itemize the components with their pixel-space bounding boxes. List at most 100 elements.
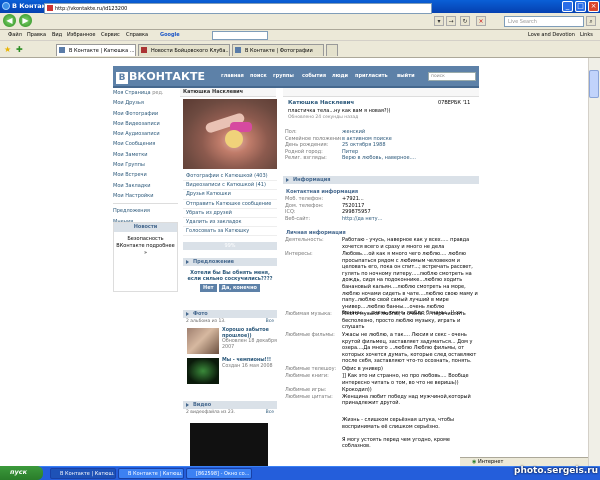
menu-favorites[interactable]: Избранное — [67, 32, 95, 38]
close-button[interactable]: × — [588, 1, 599, 12]
menu-events[interactable]: Мои Встречи — [113, 170, 178, 180]
menu-my-page[interactable]: Моя Страница ред. — [113, 88, 178, 98]
menu-videos[interactable]: Мои Видеозаписи — [113, 119, 178, 129]
minimize-button[interactable]: _ — [562, 1, 573, 12]
news-text[interactable]: Безопасность ВКонтакте подробнее » — [114, 232, 177, 261]
maximize-button[interactable]: □ — [575, 1, 586, 12]
vk-tab-icon — [59, 47, 65, 53]
vk-search-input[interactable]: поиск — [428, 72, 476, 81]
favorites-link[interactable]: Love and Devotion — [528, 32, 575, 38]
action-send-message[interactable]: Отправить Катюшке сообщение — [183, 200, 277, 209]
taskbar-item[interactable]: В Контакте | Катюш... — [50, 468, 116, 479]
stop-icon[interactable]: × — [476, 16, 486, 26]
taskbar-item[interactable]: [862598] - Окно со... — [186, 468, 252, 479]
google-label: Google — [160, 32, 180, 38]
menu-friends[interactable]: Мои Друзья — [113, 98, 178, 108]
menu-file[interactable]: Файл — [8, 32, 22, 38]
menu-divider — [113, 203, 178, 205]
menu-offers[interactable]: Предложения — [113, 206, 178, 216]
photos-all-link[interactable]: Все — [266, 319, 274, 325]
photos-title[interactable]: Фото — [183, 310, 277, 318]
menu-bookmarks[interactable]: Мои Закладки — [113, 181, 178, 191]
action-videos-with[interactable]: Видеозаписи с Катюшкой (41) — [183, 181, 277, 191]
forward-button[interactable]: ▶ — [19, 14, 32, 27]
back-button[interactable]: ◀ — [3, 14, 16, 27]
proposal-no-button[interactable]: Нет — [200, 284, 217, 292]
album-thumbnail[interactable] — [187, 328, 219, 354]
google-search-input[interactable] — [212, 31, 268, 40]
edit-link[interactable]: ред. — [152, 90, 163, 96]
album-date: Обновлен 18 декабря 2007 — [222, 339, 277, 350]
menu-settings[interactable]: Мои Настройки — [113, 191, 178, 201]
proposal-title[interactable]: Предложение — [183, 258, 277, 266]
live-search-input[interactable]: Live Search — [504, 16, 584, 27]
menu-help[interactable]: Справка — [126, 32, 148, 38]
info-value[interactable]: Питер — [342, 149, 478, 156]
video-title[interactable]: Видео — [183, 401, 277, 409]
action-remove-bookmark[interactable]: Удалить из закладок — [183, 218, 277, 228]
start-button[interactable]: пуск — [0, 466, 43, 480]
personal-value: Офис в универ) — [342, 366, 383, 372]
contact-value[interactable]: http://да нету... — [342, 216, 478, 223]
info-value[interactable]: женский — [342, 129, 478, 136]
vk-logo[interactable]: В ВКОНТАКТЕ — [116, 70, 205, 84]
info-value[interactable]: в активном поиске — [342, 136, 478, 143]
info-section-title[interactable]: Информация — [283, 176, 479, 184]
album-title[interactable]: Хорошо забытое прошлое)) — [222, 328, 269, 339]
profile-status[interactable]: пластичка тела...ну как вам я новая?)) — [288, 108, 390, 114]
nav-search[interactable]: поиск — [250, 73, 267, 79]
personal-label: Деятельность: — [285, 237, 324, 243]
add-favorite-icon[interactable]: ✚ — [16, 45, 23, 54]
nav-people[interactable]: люди — [332, 73, 348, 79]
menu-edit[interactable]: Правка — [27, 32, 46, 38]
album-item[interactable]: Хорошо забытое прошлое)) Обновлен 18 дека… — [183, 326, 277, 356]
address-dropdown-icon[interactable]: ▾ — [434, 16, 444, 26]
tab-vk-photos[interactable]: В Контакте | Фотографии — [232, 44, 324, 56]
links-label[interactable]: Links — [580, 32, 593, 38]
video-thumbnail[interactable] — [190, 423, 268, 468]
vk-header: В ВКОНТАКТЕ главная поиск группы события … — [113, 66, 479, 88]
go-button[interactable]: → — [446, 16, 456, 26]
vertical-scrollbar[interactable] — [588, 58, 600, 467]
menu-groups[interactable]: Мои Группы — [113, 160, 178, 170]
video-all-link[interactable]: Все — [266, 410, 274, 416]
menu-messages[interactable]: Мои Сообщения — [113, 139, 178, 149]
personal-title: Личная информация — [286, 230, 346, 236]
profile-header-right — [283, 88, 479, 97]
personal-label: Любимые игры: — [285, 387, 327, 393]
album-title[interactable]: Мы - чемпионы!!! — [222, 358, 271, 363]
tab-news[interactable]: Новости Бойцовского Клуба... — [138, 44, 230, 56]
info-value[interactable]: 25 октября 1988 — [342, 142, 478, 149]
personal-value: Ужасы не люблю, а так.... Люсия и секс -… — [342, 332, 477, 365]
album-item[interactable]: Мы - чемпионы!!! Создан 16 мая 2008 — [183, 356, 277, 386]
personal-value: Работаю - учусь, наверное как у всех....… — [342, 237, 470, 250]
nav-invite[interactable]: пригласить — [355, 73, 388, 79]
action-photos-with[interactable]: Фотографии с Катюшкой (403) — [183, 172, 277, 182]
action-friends[interactable]: Друзья Катюшки — [183, 190, 277, 200]
proposal-yes-button[interactable]: Да, конечно — [218, 284, 260, 292]
address-input[interactable]: http://vkontakte.ru/id123200 — [44, 3, 432, 14]
video-count: 2 видеофайла из 23. Все — [186, 410, 274, 416]
menu-photos[interactable]: Мои Фотографии — [113, 109, 178, 119]
nav-groups[interactable]: группы — [273, 73, 294, 79]
new-tab-button[interactable] — [326, 44, 338, 56]
taskbar-item[interactable]: В Контакте | Катюш... — [118, 468, 184, 479]
action-vote[interactable]: Голосовать за Катюшку — [183, 227, 277, 237]
menu-audio[interactable]: Мои Аудиозаписи — [113, 129, 178, 139]
nav-home[interactable]: главная — [221, 73, 244, 79]
contact-value: 299875957 — [342, 209, 371, 216]
menu-notes[interactable]: Мои Заметки — [113, 150, 178, 160]
tab-vk-profile[interactable]: В Контакте | Катюшка ... — [56, 44, 136, 56]
nav-events[interactable]: события — [302, 73, 326, 79]
action-remove-friend[interactable]: Убрать из друзей — [183, 209, 277, 218]
refresh-icon[interactable]: ↻ — [460, 16, 470, 26]
album-thumbnail[interactable] — [187, 358, 219, 384]
scrollbar-thumb[interactable] — [589, 70, 599, 98]
menu-tools[interactable]: Сервис — [101, 32, 120, 38]
search-icon[interactable]: ⌕ — [586, 16, 596, 26]
menu-view[interactable]: Вид — [52, 32, 62, 38]
info-value[interactable]: Верю в любовь, наверное.... — [342, 155, 478, 162]
personal-label: Любимая музыка: — [285, 311, 332, 317]
favorites-star-icon[interactable]: ★ — [4, 45, 11, 54]
nav-logout[interactable]: выйти — [397, 73, 415, 79]
